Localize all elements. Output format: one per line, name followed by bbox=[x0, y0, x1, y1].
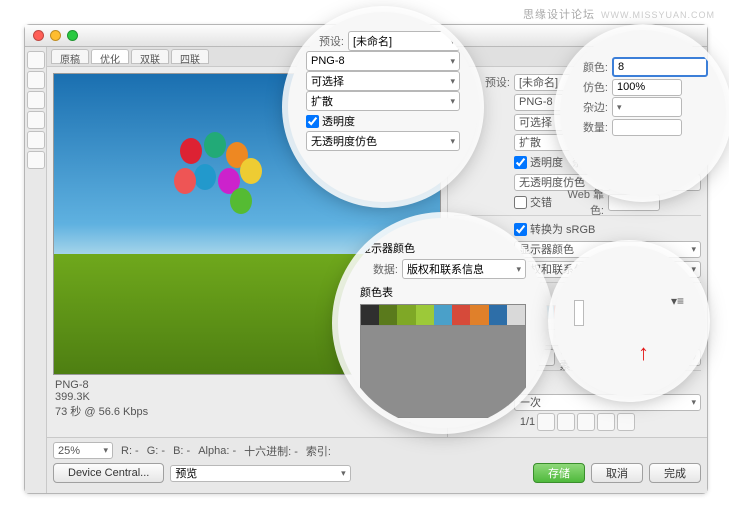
readout-hex: 十六进制: - bbox=[244, 443, 298, 459]
save-button[interactable]: 存储 bbox=[533, 463, 585, 483]
anim-page: 1/1 bbox=[520, 416, 535, 428]
readout-index: 索引: bbox=[306, 443, 331, 459]
color-swatch-icon[interactable] bbox=[27, 131, 45, 149]
tab-original[interactable]: 原稿 bbox=[51, 49, 89, 64]
zoom-preset-select[interactable]: [未命名] bbox=[348, 31, 460, 51]
zoom-trans-check[interactable] bbox=[306, 115, 319, 128]
readout-alpha: Alpha: - bbox=[198, 445, 236, 457]
tab-optimized[interactable]: 优化 bbox=[91, 49, 129, 64]
zoom-palette-select[interactable]: 可选择 bbox=[306, 71, 460, 91]
zoom-amount-stepper[interactable] bbox=[612, 119, 682, 136]
transparency-check[interactable] bbox=[514, 156, 527, 169]
zoom-tool-icon[interactable] bbox=[27, 91, 45, 109]
anim-play-icon[interactable] bbox=[577, 413, 595, 431]
info-size: 399.3K bbox=[55, 391, 148, 403]
watermark-text: 思缘设计论坛 bbox=[523, 9, 595, 21]
device-central-button[interactable]: Device Central... bbox=[53, 463, 164, 483]
tab-2up[interactable]: 双联 bbox=[131, 49, 169, 64]
zoom-bubble-format: 预设:[未命名] PNG-8 可选择 扩散 透明度 无透明度仿色 bbox=[288, 12, 478, 202]
info-format: PNG-8 bbox=[55, 379, 148, 391]
mini-stepper-icon[interactable] bbox=[574, 300, 584, 326]
minimize-icon[interactable] bbox=[50, 30, 61, 41]
anim-first-icon[interactable] bbox=[537, 413, 555, 431]
anim-prev-icon[interactable] bbox=[557, 413, 575, 431]
zoom-matte-select[interactable] bbox=[612, 97, 682, 117]
zoom-bubble-colors: 颜色:8 仿色:100% 杂边: 数量: bbox=[560, 30, 726, 196]
tab-4up[interactable]: 四联 bbox=[171, 49, 209, 64]
readout-g: G: - bbox=[147, 445, 165, 457]
done-button[interactable]: 完成 bbox=[649, 463, 701, 483]
loop-select[interactable]: 一次 bbox=[514, 394, 701, 411]
preview-browser-button[interactable]: 预览 bbox=[170, 465, 350, 482]
zoom-preview-opt: 显示器颜色 bbox=[360, 240, 526, 256]
zoom-format-select[interactable]: PNG-8 bbox=[306, 51, 460, 71]
slice-visibility-icon[interactable] bbox=[27, 151, 45, 169]
readout-b: B: - bbox=[173, 445, 190, 457]
footer: 25% R: - G: - B: - Alpha: - 十六进制: - 索引: … bbox=[47, 437, 707, 493]
zoom-bubble-flyout: ▾≡ bbox=[554, 246, 704, 396]
close-icon[interactable] bbox=[33, 30, 44, 41]
zoom-icon[interactable] bbox=[67, 30, 78, 41]
anim-last-icon[interactable] bbox=[617, 413, 635, 431]
left-toolbar bbox=[25, 47, 47, 493]
zoom-colortable-label: 颜色表 bbox=[360, 284, 526, 300]
readout-r: R: - bbox=[121, 445, 139, 457]
zoom-transdither-select[interactable]: 无透明度仿色 bbox=[306, 131, 460, 151]
zoom-bubble-colortable: 显示器颜色 数据:版权和联系信息 颜色表 bbox=[338, 218, 548, 428]
eyedropper-tool-icon[interactable] bbox=[27, 111, 45, 129]
anim-next-icon[interactable] bbox=[597, 413, 615, 431]
zoom-select[interactable]: 25% bbox=[53, 442, 113, 459]
flyout-menu-icon[interactable]: ▾≡ bbox=[671, 294, 684, 308]
zoom-dither-stepper[interactable]: 100% bbox=[612, 79, 682, 96]
zoom-metadata-select[interactable]: 版权和联系信息 bbox=[402, 259, 526, 279]
zoom-colortable-empty bbox=[360, 326, 526, 418]
cancel-button[interactable]: 取消 bbox=[591, 463, 643, 483]
interlace-check[interactable] bbox=[514, 196, 527, 209]
hand-tool-icon[interactable] bbox=[27, 51, 45, 69]
zoom-colors-input[interactable]: 8 bbox=[612, 57, 708, 77]
zoom-color-table[interactable] bbox=[360, 304, 526, 326]
info-speed: 73 秒 @ 56.6 Kbps bbox=[55, 403, 148, 419]
websnap-stepper[interactable] bbox=[608, 194, 660, 211]
srgb-check[interactable] bbox=[514, 223, 527, 236]
watermark-url: WWW.MISSYUAN.COM bbox=[601, 10, 715, 20]
zoom-dither-select[interactable]: 扩散 bbox=[306, 91, 460, 111]
slice-tool-icon[interactable] bbox=[27, 71, 45, 89]
red-arrow-icon: ↑ bbox=[638, 340, 649, 366]
